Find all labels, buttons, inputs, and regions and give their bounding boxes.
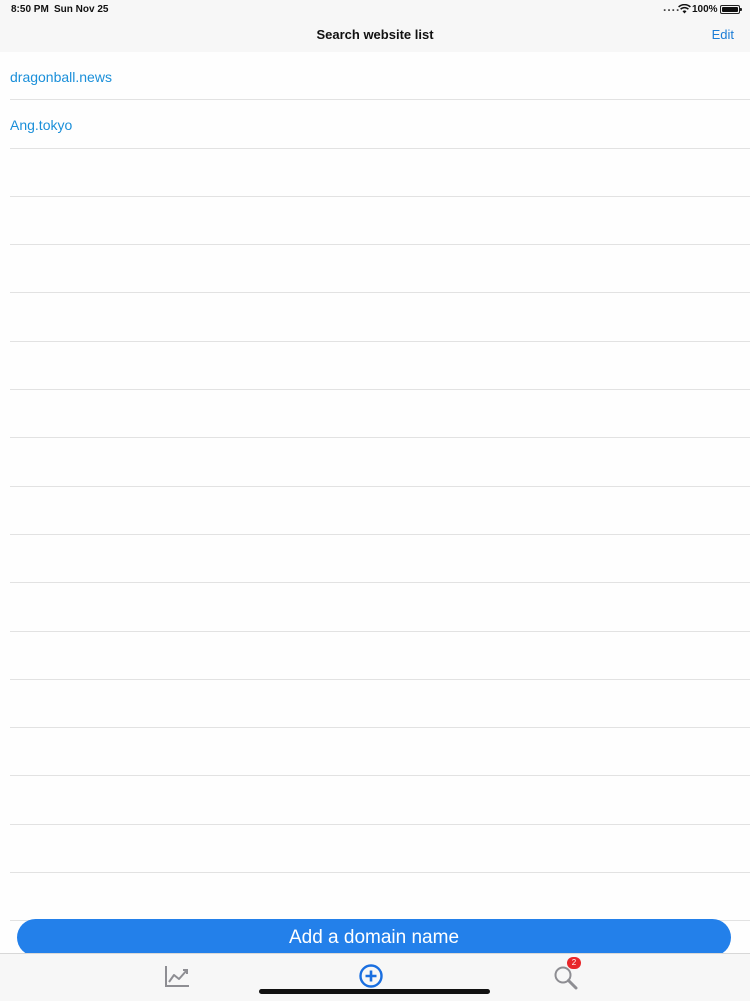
list-item	[10, 342, 750, 391]
list-item	[10, 583, 750, 632]
list-item	[10, 197, 750, 246]
battery-icon	[720, 5, 742, 14]
tab-add[interactable]	[356, 962, 386, 990]
battery-percent: 100%	[692, 4, 718, 15]
list-item	[10, 487, 750, 535]
list-item	[10, 535, 750, 584]
list-item	[10, 245, 750, 294]
list-item	[10, 149, 750, 197]
list-item-label: dragonball.news	[10, 69, 112, 85]
chart-icon	[165, 966, 189, 987]
add-circle-icon	[359, 964, 383, 988]
tab-search[interactable]: 2	[551, 957, 581, 990]
status-bar: 8:50 PM Sun Nov 25 .... 100%	[0, 0, 750, 18]
list-item	[10, 293, 750, 342]
list-item	[10, 438, 750, 487]
list-item	[10, 728, 750, 777]
navigation-bar: Search website list Edit	[0, 18, 750, 52]
wifi-icon	[678, 4, 691, 14]
page-title: Search website list	[316, 27, 434, 42]
edit-button[interactable]: Edit	[712, 27, 734, 42]
list-item	[10, 776, 750, 825]
list-item[interactable]: dragonball.news	[10, 52, 750, 101]
list-item	[10, 825, 750, 874]
list-item	[10, 680, 750, 729]
home-indicator	[259, 989, 490, 994]
notification-badge: 2	[567, 957, 581, 969]
tab-stats[interactable]	[162, 962, 192, 990]
website-list: dragonball.news Ang.tokyo	[0, 52, 750, 922]
list-item-label: Ang.tokyo	[10, 117, 73, 134]
status-time: 8:50 PM	[11, 4, 49, 15]
list-item	[10, 390, 750, 439]
list-item	[10, 632, 750, 680]
add-domain-button[interactable]: Add a domain name	[17, 919, 731, 956]
list-item	[10, 873, 750, 922]
list-item[interactable]: Ang.tokyo	[10, 100, 750, 149]
status-date: Sun Nov 25	[54, 4, 109, 15]
